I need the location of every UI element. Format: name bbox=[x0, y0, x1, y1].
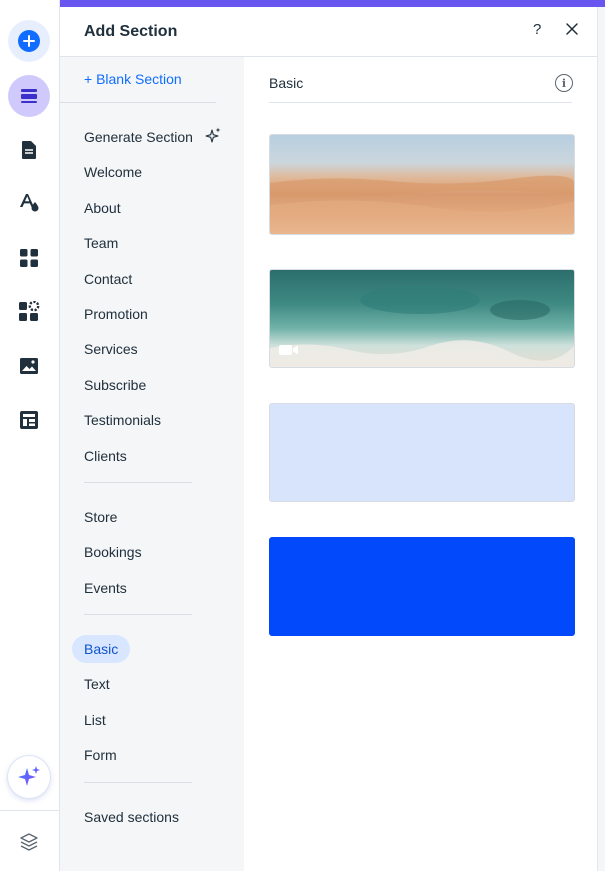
section-thumbnail-desert[interactable] bbox=[269, 134, 575, 235]
layers-icon bbox=[20, 833, 38, 851]
video-camera-icon bbox=[279, 345, 298, 355]
desert-image bbox=[270, 175, 574, 234]
panel-title: Add Section bbox=[84, 23, 178, 40]
add-apps-button[interactable] bbox=[17, 300, 41, 324]
cms-icon bbox=[20, 411, 38, 429]
category-clients[interactable]: Clients bbox=[84, 448, 127, 464]
preview-title: Basic bbox=[269, 75, 304, 91]
divider bbox=[269, 102, 572, 103]
pages-icon bbox=[22, 141, 36, 159]
info-icon[interactable]: i bbox=[555, 74, 573, 92]
category-generate-section[interactable]: Generate Section bbox=[84, 129, 193, 145]
category-list: + Blank Section Generate Section Welcome… bbox=[60, 57, 244, 871]
panel-header: Add Section ? bbox=[60, 7, 597, 57]
blank-section-button[interactable]: + Blank Section bbox=[84, 71, 182, 87]
media-button[interactable] bbox=[17, 354, 41, 378]
cms-button[interactable] bbox=[17, 408, 41, 432]
left-toolbar bbox=[0, 0, 60, 871]
media-icon bbox=[20, 358, 38, 374]
section-thumbnail-ocean[interactable] bbox=[269, 269, 575, 368]
divider bbox=[84, 782, 192, 783]
category-events[interactable]: Events bbox=[84, 580, 127, 596]
category-services[interactable]: Services bbox=[84, 341, 138, 357]
add-section-panel: Add Section ? + Blank Section Generate S… bbox=[60, 7, 597, 871]
divider bbox=[84, 614, 192, 615]
canvas-edge bbox=[597, 7, 605, 871]
section-thumbnail-light-blue[interactable] bbox=[269, 403, 575, 502]
section-thumbnail-blue[interactable] bbox=[269, 537, 575, 636]
category-testimonials[interactable]: Testimonials bbox=[84, 412, 161, 428]
add-apps-icon bbox=[19, 301, 40, 321]
ai-assistant-button[interactable] bbox=[8, 756, 50, 798]
help-button[interactable]: ? bbox=[533, 21, 541, 38]
design-button[interactable] bbox=[17, 190, 41, 214]
category-team[interactable]: Team bbox=[84, 235, 118, 251]
category-contact[interactable]: Contact bbox=[84, 271, 132, 287]
category-text[interactable]: Text bbox=[84, 676, 110, 692]
category-list[interactable]: List bbox=[84, 712, 106, 728]
pages-button[interactable] bbox=[17, 138, 41, 162]
category-welcome[interactable]: Welcome bbox=[84, 164, 142, 180]
divider bbox=[60, 102, 216, 103]
add-section-button[interactable] bbox=[8, 75, 50, 117]
ocean-video bbox=[270, 286, 574, 367]
category-form[interactable]: Form bbox=[84, 747, 117, 763]
apps-icon bbox=[20, 249, 38, 267]
top-accent-strip bbox=[60, 0, 605, 7]
category-promotion[interactable]: Promotion bbox=[84, 306, 148, 322]
sections-icon bbox=[21, 89, 37, 103]
add-elements-button[interactable] bbox=[8, 20, 50, 62]
close-icon[interactable] bbox=[564, 21, 580, 37]
layers-button[interactable] bbox=[17, 830, 41, 854]
category-saved-sections[interactable]: Saved sections bbox=[84, 809, 179, 825]
apps-button[interactable] bbox=[17, 246, 41, 270]
category-store[interactable]: Store bbox=[84, 509, 117, 525]
category-basic[interactable]: Basic bbox=[72, 635, 131, 663]
section-preview-list: Basic i bbox=[244, 57, 597, 871]
divider bbox=[84, 482, 192, 483]
rail-divider bbox=[0, 810, 59, 811]
ai-assistant-icon bbox=[18, 766, 40, 786]
category-bookings[interactable]: Bookings bbox=[84, 544, 142, 560]
category-about[interactable]: About bbox=[84, 200, 121, 216]
category-subscribe[interactable]: Subscribe bbox=[84, 377, 146, 393]
add-icon bbox=[18, 30, 40, 52]
sparkle-icon bbox=[205, 127, 221, 143]
design-icon bbox=[20, 194, 39, 212]
